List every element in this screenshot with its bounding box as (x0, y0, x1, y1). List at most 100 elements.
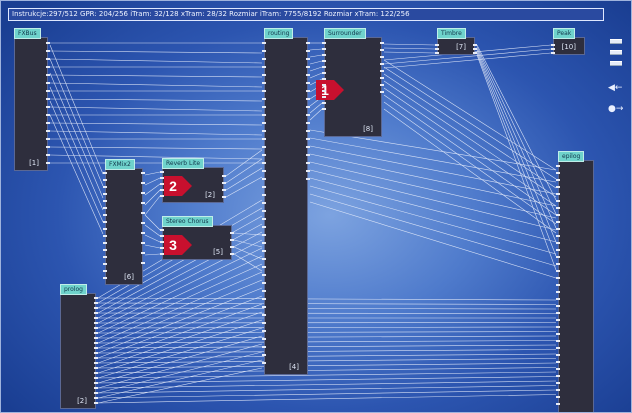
port[interactable] (306, 66, 310, 68)
port[interactable] (262, 90, 266, 92)
port[interactable] (556, 389, 560, 391)
port[interactable] (262, 250, 266, 252)
port[interactable] (94, 347, 98, 349)
port[interactable] (46, 106, 50, 108)
routing-block[interactable]: routing [4] (264, 28, 308, 375)
port[interactable] (141, 232, 145, 234)
port[interactable] (262, 298, 266, 300)
port[interactable] (103, 270, 107, 272)
port[interactable] (556, 319, 560, 321)
port[interactable] (262, 58, 266, 60)
port[interactable] (262, 82, 266, 84)
port[interactable] (262, 106, 266, 108)
port[interactable] (306, 42, 310, 44)
port[interactable] (556, 305, 560, 307)
port[interactable] (262, 170, 266, 172)
port[interactable] (141, 202, 145, 204)
port[interactable] (262, 194, 266, 196)
port[interactable] (551, 44, 555, 46)
port[interactable] (262, 330, 266, 332)
port[interactable] (160, 241, 164, 243)
port[interactable] (380, 77, 384, 79)
port[interactable] (94, 337, 98, 339)
port[interactable] (306, 74, 310, 76)
port[interactable] (306, 138, 310, 140)
port[interactable] (46, 154, 50, 156)
port[interactable] (103, 172, 107, 174)
port[interactable] (94, 382, 98, 384)
port[interactable] (262, 154, 266, 156)
port[interactable] (556, 354, 560, 356)
port[interactable] (103, 214, 107, 216)
port[interactable] (94, 397, 98, 399)
port[interactable] (230, 239, 234, 241)
port[interactable] (306, 130, 310, 132)
port[interactable] (556, 263, 560, 265)
port[interactable] (230, 246, 234, 248)
port[interactable] (46, 162, 50, 164)
port[interactable] (556, 291, 560, 293)
port[interactable] (473, 44, 477, 46)
port[interactable] (94, 387, 98, 389)
port[interactable] (141, 212, 145, 214)
port[interactable] (94, 372, 98, 374)
port[interactable] (556, 382, 560, 384)
port[interactable] (556, 249, 560, 251)
port[interactable] (435, 52, 439, 54)
port[interactable] (46, 50, 50, 52)
port[interactable] (556, 312, 560, 314)
port[interactable] (556, 333, 560, 335)
port[interactable] (380, 56, 384, 58)
port[interactable] (160, 235, 164, 237)
port[interactable] (94, 357, 98, 359)
port[interactable] (103, 277, 107, 279)
menu-line-icon[interactable] (610, 50, 622, 55)
port[interactable] (306, 170, 310, 172)
port[interactable] (262, 258, 266, 260)
port[interactable] (262, 98, 266, 100)
port[interactable] (160, 247, 164, 249)
port[interactable] (556, 172, 560, 174)
port[interactable] (160, 183, 164, 185)
port[interactable] (556, 270, 560, 272)
port[interactable] (556, 340, 560, 342)
port[interactable] (262, 290, 266, 292)
port[interactable] (160, 177, 164, 179)
port[interactable] (306, 106, 310, 108)
port[interactable] (262, 210, 266, 212)
port[interactable] (262, 74, 266, 76)
port[interactable] (322, 48, 326, 50)
port[interactable] (94, 302, 98, 304)
port[interactable] (46, 42, 50, 44)
port[interactable] (556, 200, 560, 202)
port[interactable] (556, 214, 560, 216)
port[interactable] (262, 322, 266, 324)
port[interactable] (46, 74, 50, 76)
port[interactable] (46, 130, 50, 132)
port[interactable] (46, 122, 50, 124)
port[interactable] (262, 362, 266, 364)
port[interactable] (160, 171, 164, 173)
port[interactable] (160, 253, 164, 255)
port[interactable] (103, 186, 107, 188)
timbre-block[interactable]: Timbre [7] (437, 28, 475, 55)
port[interactable] (380, 42, 384, 44)
port[interactable] (103, 242, 107, 244)
port[interactable] (556, 368, 560, 370)
port[interactable] (322, 72, 326, 74)
port[interactable] (556, 277, 560, 279)
port[interactable] (551, 52, 555, 54)
port[interactable] (262, 202, 266, 204)
menu-line-icon[interactable] (610, 61, 622, 66)
port[interactable] (94, 317, 98, 319)
port[interactable] (380, 91, 384, 93)
port[interactable] (322, 108, 326, 110)
port[interactable] (473, 48, 477, 50)
port[interactable] (222, 189, 226, 191)
port[interactable] (262, 282, 266, 284)
port[interactable] (262, 138, 266, 140)
port[interactable] (94, 327, 98, 329)
port[interactable] (262, 346, 266, 348)
port[interactable] (306, 114, 310, 116)
port[interactable] (435, 48, 439, 50)
